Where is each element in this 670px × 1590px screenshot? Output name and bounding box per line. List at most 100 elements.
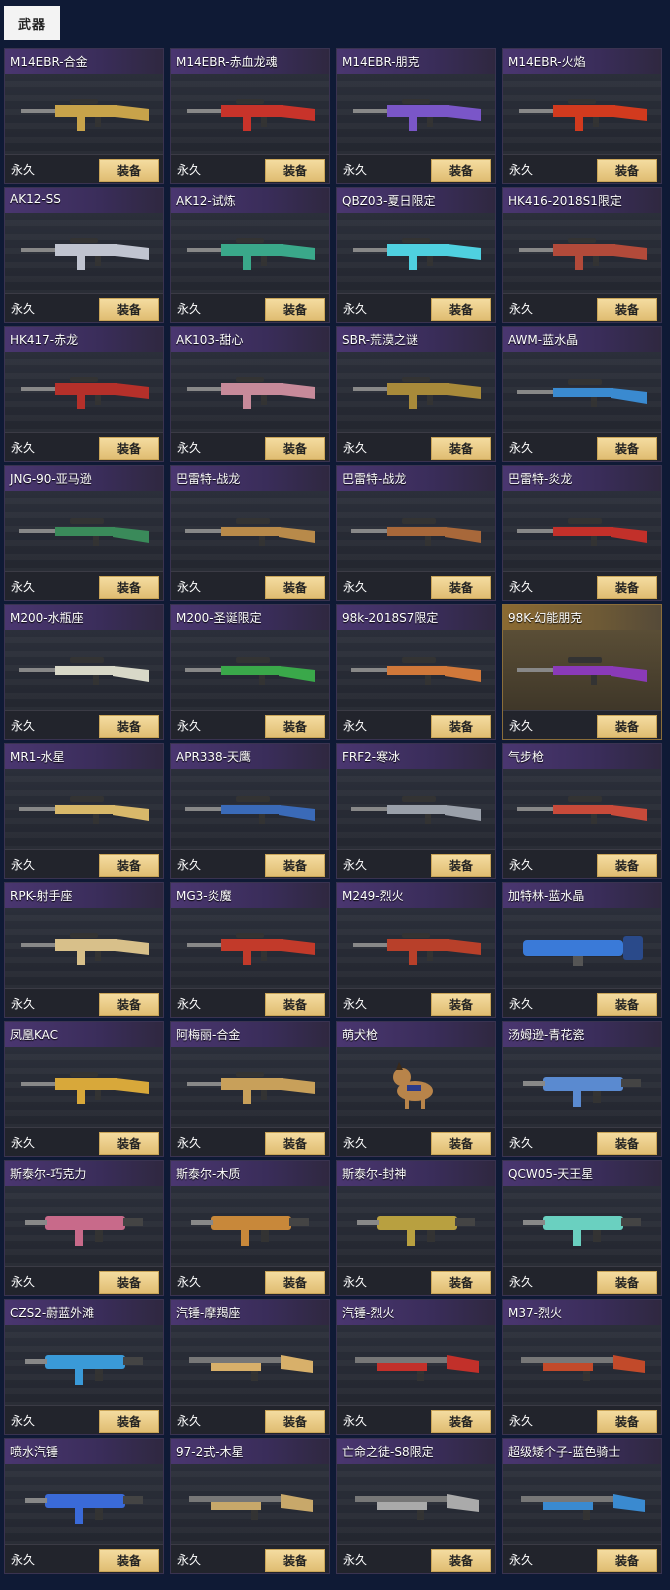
- equip-button[interactable]: 装备: [597, 715, 657, 738]
- equip-button[interactable]: 装备: [99, 576, 159, 599]
- sniper-icon: [517, 796, 647, 824]
- equip-button[interactable]: 装备: [597, 1132, 657, 1155]
- equip-button[interactable]: 装备: [99, 298, 159, 321]
- weapon-card[interactable]: RPK-射手座 永久 装备: [4, 882, 164, 1018]
- weapon-card[interactable]: AK103-甜心 永久 装备: [170, 326, 330, 462]
- equip-button[interactable]: 装备: [431, 1549, 491, 1572]
- weapon-card[interactable]: M14EBR-赤血龙魂 永久 装备: [170, 48, 330, 184]
- weapon-card[interactable]: M249-烈火 永久 装备: [336, 882, 496, 1018]
- equip-button[interactable]: 装备: [99, 1410, 159, 1433]
- weapon-card[interactable]: 巴雷特-战龙 永久 装备: [336, 465, 496, 601]
- weapon-preview: [5, 630, 163, 713]
- weapon-card[interactable]: 喷水汽锤 永久 装备: [4, 1438, 164, 1574]
- equip-button[interactable]: 装备: [99, 1549, 159, 1572]
- weapon-card[interactable]: HK416-2018S1限定 永久 装备: [502, 187, 662, 323]
- weapon-card[interactable]: M14EBR-火焰 永久 装备: [502, 48, 662, 184]
- weapon-card[interactable]: AK12-试炼 永久 装备: [170, 187, 330, 323]
- equip-button[interactable]: 装备: [597, 298, 657, 321]
- weapon-card[interactable]: AWM-蓝水晶 永久 装备: [502, 326, 662, 462]
- equip-button[interactable]: 装备: [597, 854, 657, 877]
- weapon-name: 汽锤-摩羯座: [176, 1306, 241, 1320]
- equip-button[interactable]: 装备: [597, 1549, 657, 1572]
- weapon-name: 98k-2018S7限定: [342, 611, 439, 625]
- equip-button[interactable]: 装备: [265, 437, 325, 460]
- equip-button[interactable]: 装备: [431, 1132, 491, 1155]
- card-footer: 永久 装备: [503, 1405, 661, 1434]
- weapon-card[interactable]: 巴雷特-战龙 永久 装备: [170, 465, 330, 601]
- equip-button[interactable]: 装备: [265, 715, 325, 738]
- equip-button[interactable]: 装备: [597, 1271, 657, 1294]
- weapon-preview: [5, 769, 163, 852]
- weapon-card[interactable]: M200-水瓶座 永久 装备: [4, 604, 164, 740]
- weapon-card[interactable]: M37-烈火 永久 装备: [502, 1299, 662, 1435]
- equip-button[interactable]: 装备: [265, 1410, 325, 1433]
- weapon-card[interactable]: 亡命之徒-S8限定 永久 装备: [336, 1438, 496, 1574]
- weapon-card[interactable]: QCW05-天王星 永久 装备: [502, 1160, 662, 1296]
- weapon-card[interactable]: MG3-炎魔 永久 装备: [170, 882, 330, 1018]
- weapon-card[interactable]: 加特林-蓝水晶 永久 装备: [502, 882, 662, 1018]
- weapon-card[interactable]: M14EBR-朋克 永久 装备: [336, 48, 496, 184]
- rifle-icon: [353, 99, 481, 131]
- weapon-card[interactable]: HK417-赤龙 永久 装备: [4, 326, 164, 462]
- weapon-card[interactable]: 98K-幻能朋克 永久 装备: [502, 604, 662, 740]
- equip-button[interactable]: 装备: [597, 437, 657, 460]
- equip-button[interactable]: 装备: [99, 993, 159, 1016]
- weapon-card[interactable]: AK12-SS 永久 装备: [4, 187, 164, 323]
- equip-button[interactable]: 装备: [597, 576, 657, 599]
- weapon-card[interactable]: 萌犬枪 永久 装备: [336, 1021, 496, 1157]
- equip-button[interactable]: 装备: [597, 159, 657, 182]
- weapon-card[interactable]: MR1-水星 永久 装备: [4, 743, 164, 879]
- equip-button[interactable]: 装备: [431, 1271, 491, 1294]
- equip-button[interactable]: 装备: [99, 159, 159, 182]
- equip-button[interactable]: 装备: [99, 715, 159, 738]
- equip-button[interactable]: 装备: [265, 854, 325, 877]
- equip-button[interactable]: 装备: [431, 993, 491, 1016]
- weapon-card[interactable]: 斯泰尔-封神 永久 装备: [336, 1160, 496, 1296]
- equip-button[interactable]: 装备: [265, 1549, 325, 1572]
- weapon-card[interactable]: JNG-90-亚马逊 永久 装备: [4, 465, 164, 601]
- equip-button[interactable]: 装备: [597, 993, 657, 1016]
- equip-button[interactable]: 装备: [265, 1132, 325, 1155]
- equip-button[interactable]: 装备: [265, 298, 325, 321]
- weapon-card[interactable]: APR338-天鹰 永久 装备: [170, 743, 330, 879]
- equip-button[interactable]: 装备: [99, 1271, 159, 1294]
- equip-button[interactable]: 装备: [597, 1410, 657, 1433]
- weapon-card[interactable]: CZS2-蔚蓝外滩 永久 装备: [4, 1299, 164, 1435]
- weapon-card[interactable]: 巴雷特-炎龙 永久 装备: [502, 465, 662, 601]
- weapon-card[interactable]: 阿梅丽-合金 永久 装备: [170, 1021, 330, 1157]
- shotgun-icon: [521, 1494, 645, 1520]
- weapon-card[interactable]: 汽锤-烈火 永久 装备: [336, 1299, 496, 1435]
- equip-button[interactable]: 装备: [431, 298, 491, 321]
- weapon-card[interactable]: 气步枪 永久 装备: [502, 743, 662, 879]
- card-footer: 永久 装备: [171, 710, 329, 739]
- weapon-card[interactable]: 超级矮个子-蓝色骑士 永久 装备: [502, 1438, 662, 1574]
- duration-label: 永久: [11, 580, 36, 594]
- equip-button[interactable]: 装备: [265, 993, 325, 1016]
- weapon-card[interactable]: 汤姆逊-青花瓷 永久 装备: [502, 1021, 662, 1157]
- weapon-card[interactable]: 98k-2018S7限定 永久 装备: [336, 604, 496, 740]
- equip-button[interactable]: 装备: [431, 715, 491, 738]
- equip-button[interactable]: 装备: [431, 437, 491, 460]
- weapon-card[interactable]: M14EBR-合金 永久 装备: [4, 48, 164, 184]
- weapon-card[interactable]: 97-2式-木星 永久 装备: [170, 1438, 330, 1574]
- weapon-card[interactable]: 斯泰尔-巧克力 永久 装备: [4, 1160, 164, 1296]
- equip-button[interactable]: 装备: [431, 1410, 491, 1433]
- weapon-card[interactable]: 汽锤-摩羯座 永久 装备: [170, 1299, 330, 1435]
- equip-button[interactable]: 装备: [431, 576, 491, 599]
- weapon-card[interactable]: 斯泰尔-木质 永久 装备: [170, 1160, 330, 1296]
- equip-button[interactable]: 装备: [265, 1271, 325, 1294]
- weapon-card[interactable]: SBR-荒漠之谜 永久 装备: [336, 326, 496, 462]
- equip-button[interactable]: 装备: [99, 1132, 159, 1155]
- equip-button[interactable]: 装备: [99, 854, 159, 877]
- weapon-card[interactable]: M200-圣诞限定 永久 装备: [170, 604, 330, 740]
- tab-weapons[interactable]: 武器: [4, 6, 60, 40]
- equip-button[interactable]: 装备: [431, 854, 491, 877]
- weapon-name: 气步枪: [508, 750, 545, 764]
- weapon-card[interactable]: 凤凰KAC 永久 装备: [4, 1021, 164, 1157]
- equip-button[interactable]: 装备: [265, 159, 325, 182]
- weapon-card[interactable]: QBZ03-夏日限定 永久 装备: [336, 187, 496, 323]
- equip-button[interactable]: 装备: [99, 437, 159, 460]
- equip-button[interactable]: 装备: [265, 576, 325, 599]
- weapon-card[interactable]: FRF2-寒冰 永久 装备: [336, 743, 496, 879]
- equip-button[interactable]: 装备: [431, 159, 491, 182]
